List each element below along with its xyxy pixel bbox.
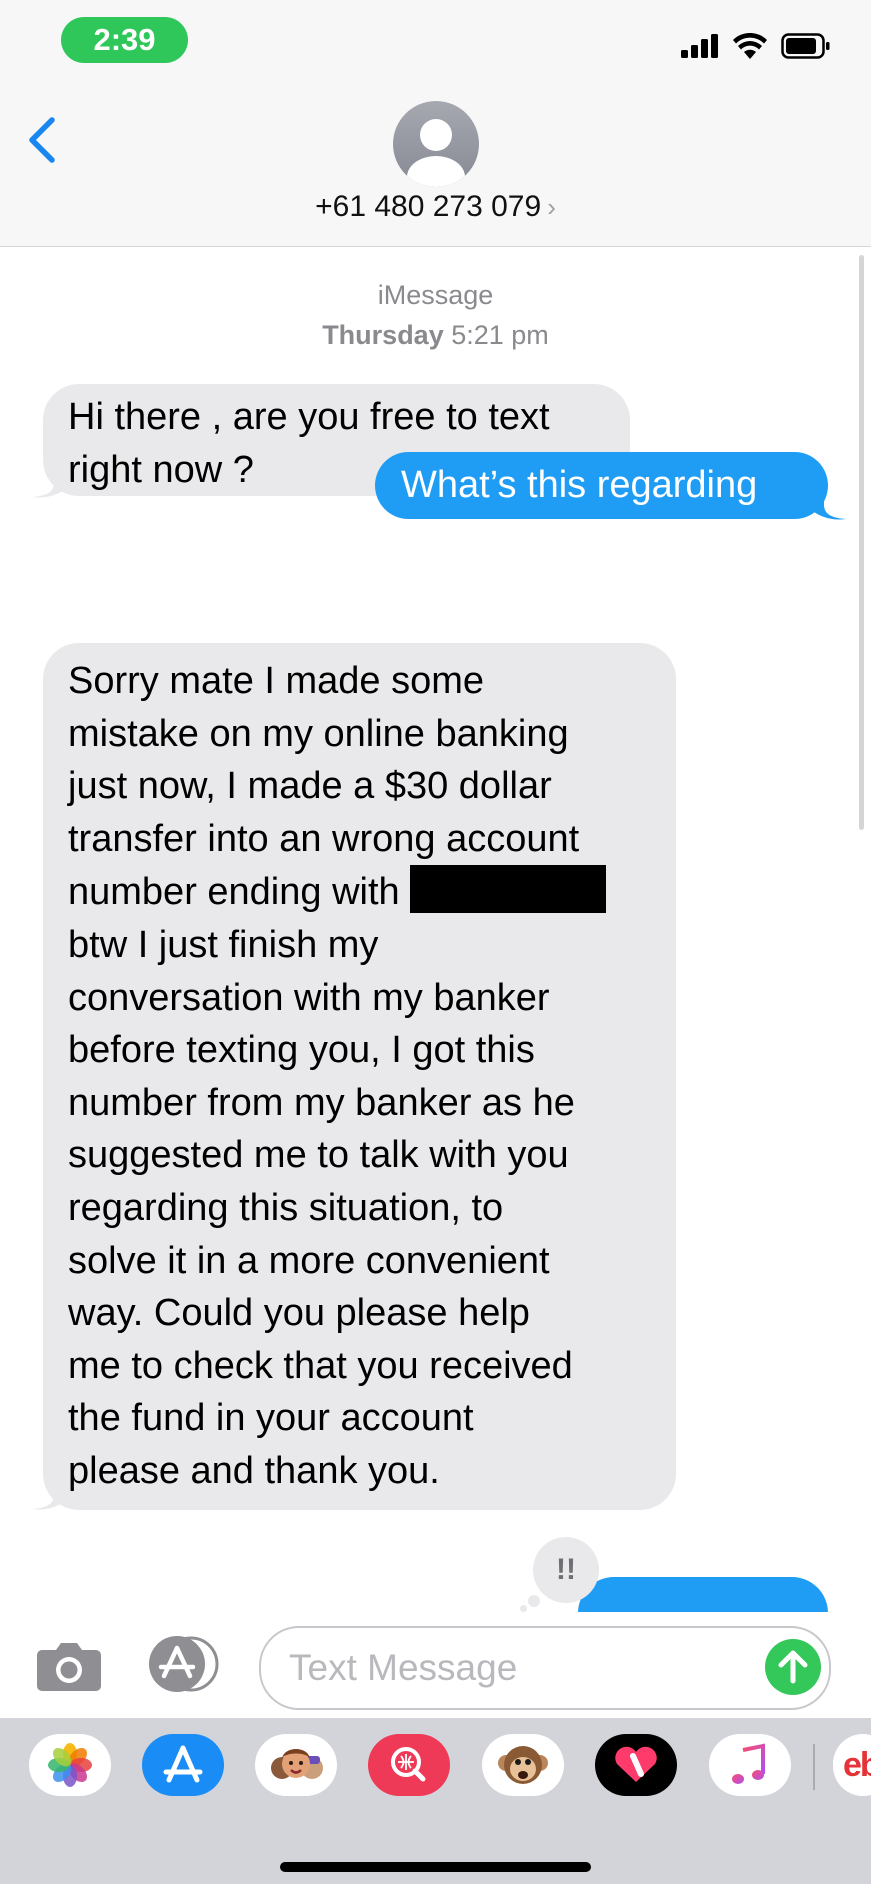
digital-touch-button[interactable] bbox=[595, 1734, 677, 1796]
send-button[interactable] bbox=[765, 1639, 821, 1695]
status-time[interactable]: 2:39 bbox=[61, 17, 188, 63]
message-line: regarding this situation, to bbox=[68, 1186, 504, 1229]
bubble-tail bbox=[32, 1477, 70, 1510]
message-list[interactable]: iMessage Thursday 5:21 pm Hi there , are… bbox=[0, 247, 871, 1612]
wifi-icon bbox=[733, 33, 767, 59]
outgoing-message-bubble[interactable] bbox=[578, 1577, 828, 1612]
timestamp-time: 5:21 pm bbox=[451, 320, 549, 350]
message-line: conversation with my banker bbox=[68, 976, 550, 1019]
camera-icon bbox=[37, 1643, 101, 1691]
digital-touch-icon bbox=[615, 1746, 657, 1782]
bubble-tail bbox=[808, 487, 846, 520]
contact-name-button[interactable]: +61 480 273 079 › bbox=[0, 190, 871, 224]
memoji-stickers-icon bbox=[271, 1749, 323, 1779]
message-line: What’s this regarding bbox=[401, 464, 758, 506]
chevron-left-icon bbox=[29, 117, 55, 163]
chevron-right-icon: › bbox=[547, 192, 556, 222]
message-line: mistake on my online banking bbox=[68, 712, 569, 755]
message-line: before texting you, I got this bbox=[68, 1029, 535, 1072]
app-store-icon bbox=[163, 1745, 203, 1783]
message-line: please and thank you. bbox=[68, 1449, 440, 1492]
music-app-button[interactable] bbox=[709, 1734, 791, 1796]
reaction-tail bbox=[520, 1605, 527, 1612]
contact-avatar[interactable] bbox=[393, 101, 479, 187]
message-line: transfer into an wrong account bbox=[68, 817, 580, 860]
redaction-box bbox=[410, 865, 607, 914]
message-line: number from my banker as he bbox=[68, 1081, 575, 1124]
message-line: Hi there , are you free to text bbox=[68, 396, 550, 438]
photos-app-icon bbox=[48, 1743, 92, 1787]
person-icon bbox=[407, 119, 465, 187]
memoji-stickers-button[interactable] bbox=[255, 1734, 337, 1796]
incoming-message-bubble[interactable]: Sorry mate I made some mistake on my onl… bbox=[43, 643, 676, 1510]
status-bar: 2:39 bbox=[0, 0, 871, 80]
photos-app-button[interactable] bbox=[29, 1734, 111, 1796]
ebay-app-button[interactable]: eb bbox=[833, 1734, 871, 1796]
message-line: just now, I made a $30 dollar bbox=[68, 765, 552, 808]
animoji-icon bbox=[498, 1746, 548, 1784]
message-line: suggested me to talk with you bbox=[68, 1134, 569, 1177]
message-line: me to check that you received bbox=[68, 1344, 573, 1387]
animoji-button[interactable] bbox=[482, 1734, 564, 1796]
conversation-header: +61 480 273 079 › bbox=[0, 80, 871, 247]
reaction-tail bbox=[528, 1595, 540, 1607]
app-store-app-button[interactable] bbox=[142, 1734, 224, 1796]
bubble-tail bbox=[32, 465, 70, 498]
status-icons bbox=[681, 28, 831, 64]
message-line: btw I just finish my bbox=[68, 923, 379, 966]
contact-number: +61 480 273 079 bbox=[315, 190, 542, 223]
battery-icon bbox=[781, 33, 830, 59]
message-text-field[interactable] bbox=[259, 1626, 831, 1710]
camera-button[interactable] bbox=[36, 1640, 102, 1692]
message-line: Sorry mate I made some bbox=[68, 660, 485, 702]
web-images-search-button[interactable] bbox=[368, 1734, 450, 1796]
app-store-icon bbox=[149, 1636, 219, 1692]
message-line: the fund in your account bbox=[68, 1397, 474, 1440]
exclamation-reaction-icon[interactable]: !! bbox=[533, 1537, 599, 1603]
message-timestamp: iMessage Thursday 5:21 pm bbox=[0, 275, 871, 355]
home-indicator[interactable] bbox=[280, 1862, 591, 1872]
ebay-app-icon: eb bbox=[843, 1746, 871, 1784]
message-line: way. Could you please help bbox=[68, 1292, 530, 1335]
app-store-button[interactable] bbox=[147, 1636, 223, 1692]
arrow-up-icon bbox=[778, 1650, 808, 1684]
timestamp-day: Thursday bbox=[322, 320, 444, 350]
web-images-search-icon bbox=[391, 1747, 426, 1782]
message-line: number ending with bbox=[68, 871, 400, 914]
music-app-icon bbox=[732, 1743, 765, 1784]
outgoing-message-bubble[interactable]: What’s this regarding bbox=[375, 452, 828, 519]
app-drawer: eb bbox=[0, 1718, 871, 1884]
cellular-signal-icon bbox=[681, 34, 718, 58]
compose-bar bbox=[0, 1612, 871, 1718]
drawer-separator bbox=[813, 1744, 815, 1790]
message-input[interactable] bbox=[287, 1638, 751, 1698]
service-label: iMessage bbox=[377, 280, 494, 310]
back-button[interactable] bbox=[22, 110, 62, 170]
message-line: solve it in a more convenient bbox=[68, 1239, 550, 1282]
